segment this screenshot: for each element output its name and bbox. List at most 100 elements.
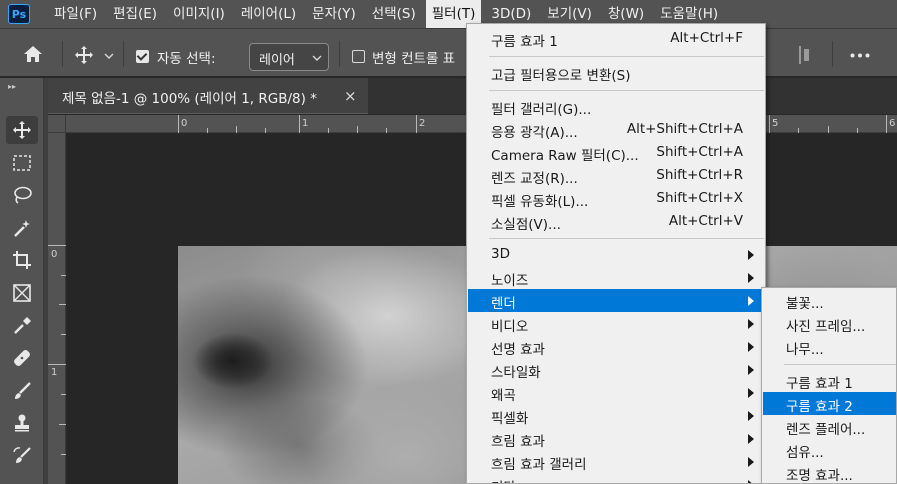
menu-item-label: 사진 프레임...: [786, 319, 866, 335]
filter-submenu-noise[interactable]: 노이즈: [468, 266, 764, 289]
menu-item-label: 선명 효과: [491, 342, 545, 358]
menu-item-label: 구름 효과 1: [491, 34, 558, 50]
crop-icon: [13, 251, 31, 269]
menu-item-shortcut: Alt+Shift+Ctrl+A: [626, 121, 743, 137]
filter-submenu-sharpen[interactable]: 선명 효과: [468, 335, 764, 358]
ruler-tick: [265, 128, 266, 133]
crop-tool[interactable]: [6, 246, 38, 274]
auto-select-checkbox[interactable]: [136, 50, 149, 63]
ruler-tick: [48, 245, 66, 246]
ruler-tick: [59, 424, 66, 425]
render-menu-item[interactable]: 섬유...: [763, 438, 896, 461]
magic-wand-tool[interactable]: [6, 214, 38, 242]
marquee-tool[interactable]: [6, 149, 38, 177]
ruler-tick: [236, 126, 237, 133]
menu-layer[interactable]: 레이어(L): [235, 0, 302, 28]
filter-submenu-blur-gallery[interactable]: 흐림 효과 갤러리: [468, 450, 764, 473]
menu-item-label: 렌더: [491, 296, 516, 312]
render-menu-item[interactable]: 렌즈 플레어...: [763, 415, 896, 438]
menu-item-shortcut: Shift+Ctrl+X: [656, 190, 743, 206]
filter-menu-item[interactable]: 픽셀 유동화(L)... Shift+Ctrl+X: [468, 187, 764, 210]
filter-submenu-render[interactable]: 렌더: [468, 289, 764, 312]
ruler-corner: [48, 115, 66, 133]
menu-item-label: 흐림 효과: [491, 434, 545, 450]
close-icon[interactable]: ×: [344, 87, 357, 105]
history-brush-tool[interactable]: [6, 442, 38, 470]
collapse-icon[interactable]: ▸▸: [8, 82, 16, 91]
menu-item-shortcut: Shift+Ctrl+R: [656, 167, 743, 183]
filter-menu-item[interactable]: Camera Raw 필터(C)... Shift+Ctrl+A: [468, 141, 764, 164]
ruler-tick: [59, 304, 66, 305]
move-icon[interactable]: [74, 45, 94, 65]
brush-icon: [15, 382, 31, 399]
layer-select-dropdown[interactable]: 레이어: [249, 43, 329, 71]
menu-separator: [489, 238, 764, 239]
home-icon[interactable]: [22, 44, 44, 64]
menu-item-label: 응용 광각(A)...: [491, 125, 578, 141]
frame-tool[interactable]: [6, 279, 38, 307]
menu-item-label: 구름 효과 2: [786, 399, 853, 415]
lasso-tool[interactable]: [6, 181, 38, 209]
ruler-number: 0: [51, 249, 58, 260]
filter-menu-item[interactable]: 필터 갤러리(G)...: [468, 95, 764, 118]
render-menu-item[interactable]: 구름 효과 1: [763, 369, 896, 392]
filter-submenu-distort[interactable]: 왜곡: [468, 381, 764, 404]
menu-file[interactable]: 파일(F): [48, 0, 103, 28]
document-tab-title: 제목 없음-1 @ 100% (레이어 1, RGB/8) *: [62, 91, 317, 107]
filter-menu-item[interactable]: 응용 광각(A)... Alt+Shift+Ctrl+A: [468, 118, 764, 141]
filter-submenu-3d[interactable]: 3D: [468, 243, 764, 266]
move-tool[interactable]: [6, 116, 38, 144]
submenu-arrow-icon: [748, 457, 754, 467]
stamp-tool[interactable]: [6, 409, 38, 437]
filter-submenu-stylize[interactable]: 스타일화: [468, 358, 764, 381]
menu-edit[interactable]: 편집(E): [107, 0, 163, 28]
ruler-tick: [61, 275, 66, 276]
menu-item-label: 조명 효과...: [786, 468, 853, 484]
ruler-number: 1: [51, 367, 58, 378]
menu-type[interactable]: 문자(Y): [306, 0, 362, 28]
chevron-down-icon[interactable]: [104, 53, 114, 59]
ruler-tick: [48, 364, 66, 365]
filter-submenu-video[interactable]: 비디오: [468, 312, 764, 335]
render-menu-item[interactable]: 불꽃...: [763, 289, 896, 312]
menu-image[interactable]: 이미지(I): [167, 0, 231, 28]
menu-item-label: 픽셀 유동화(L)...: [491, 194, 589, 210]
render-menu-item[interactable]: 조명 효과...: [763, 461, 896, 484]
filter-menu-item[interactable]: 구름 효과 1 Alt+Ctrl+F: [468, 27, 764, 50]
ruler-tick: [886, 115, 887, 133]
layer-select-value: 레이어: [259, 53, 295, 68]
menu-item-label: 렌즈 플레어...: [786, 422, 866, 438]
menu-select[interactable]: 선택(S): [366, 0, 422, 28]
render-menu-item[interactable]: 나무...: [763, 335, 896, 358]
filter-menu-item[interactable]: 렌즈 교정(R)... Shift+Ctrl+R: [468, 164, 764, 187]
chevron-down-icon: [312, 55, 322, 61]
document-tab[interactable]: 제목 없음-1 @ 100% (레이어 1, RGB/8) *: [48, 78, 368, 114]
menu-item-label: 소실점(V)...: [491, 217, 561, 233]
transform-controls-checkbox[interactable]: [352, 50, 365, 63]
ruler-number: 1: [302, 118, 309, 129]
menu-item-label: 섬유...: [786, 445, 824, 461]
ruler-tick: [299, 115, 300, 133]
filter-submenu-other[interactable]: 기타: [468, 473, 764, 483]
healing-brush-tool[interactable]: [6, 344, 38, 372]
filter-menu-item[interactable]: 소실점(V)... Alt+Ctrl+V: [468, 210, 764, 233]
more-icon[interactable]: [850, 53, 870, 58]
distribute-icon[interactable]: [798, 45, 812, 65]
filter-menu-item[interactable]: 고급 필터용으로 변환(S): [468, 61, 764, 84]
eyedropper-tool[interactable]: [6, 312, 38, 340]
ruler-vertical: 0 1: [48, 133, 66, 484]
frame-icon: [13, 284, 31, 302]
menu-item-label: 나무...: [786, 342, 824, 358]
ruler-tick: [61, 394, 66, 395]
options-separator: [832, 41, 833, 67]
filter-submenu-pixelate[interactable]: 픽셀화: [468, 404, 764, 427]
render-menu-item[interactable]: 사진 프레임...: [763, 312, 896, 335]
options-separator: [62, 41, 63, 67]
filter-dropdown-menu: 구름 효과 1 Alt+Ctrl+F 고급 필터용으로 변환(S) 필터 갤러리…: [466, 23, 766, 484]
filter-submenu-blur[interactable]: 흐림 효과: [468, 427, 764, 450]
brush-tool[interactable]: [6, 377, 38, 405]
render-menu-item[interactable]: 구름 효과 2: [763, 392, 896, 415]
ruler-tick: [416, 115, 417, 133]
ruler-tick: [798, 128, 799, 133]
ruler-tick: [207, 128, 208, 133]
